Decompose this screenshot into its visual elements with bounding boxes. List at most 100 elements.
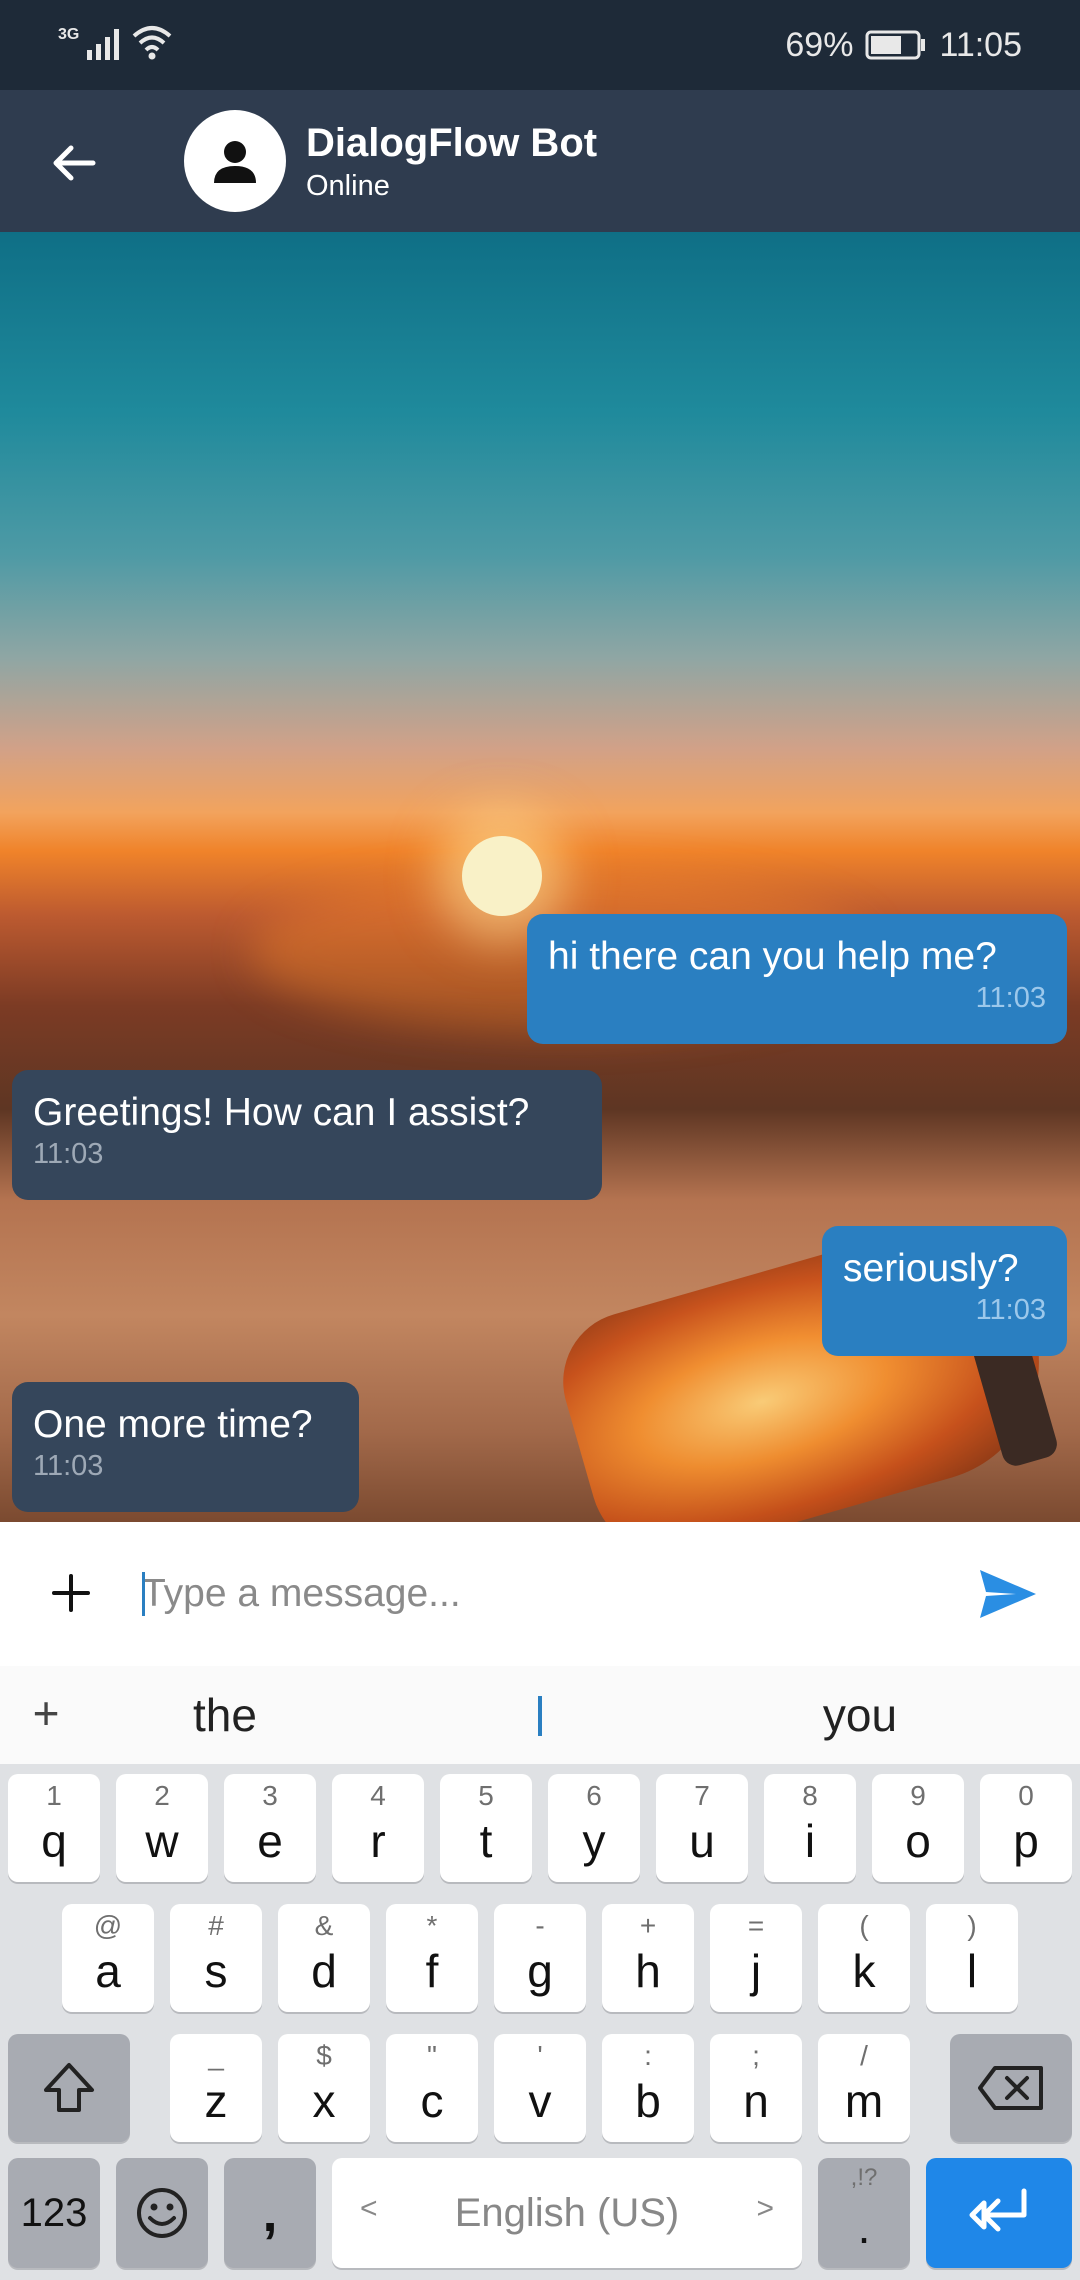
battery-icon [865,30,926,60]
key-i[interactable]: 8i [764,1774,856,1882]
backspace-icon [978,2066,1043,2110]
key-o[interactable]: 9o [872,1774,964,1882]
key-label: l [966,1945,978,1997]
space-right-arrow: > [756,2192,774,2225]
key-hint: 9 [910,1780,926,1811]
key-hint: _ [208,2040,224,2071]
key-hint: 2 [154,1780,170,1811]
key-label: w [145,1815,179,1867]
message-bubble-outgoing[interactable]: seriously? 11:03 [822,1226,1067,1356]
suggestion-right[interactable]: you [770,1688,950,1742]
key-hint: ) [967,1910,977,1941]
key-hint: 6 [586,1780,602,1811]
key-r[interactable]: 4r [332,1774,424,1882]
emoji-key[interactable] [116,2158,208,2268]
numbers-key[interactable]: 123 [8,2158,100,2268]
key-label: j [750,1945,762,1997]
comma-key[interactable]: , [224,2158,316,2268]
status-right: 69% 11:05 [785,22,1022,68]
send-button[interactable] [972,1558,1044,1630]
key-hint: " [427,2040,437,2071]
wifi-icon [133,26,172,60]
key-k[interactable]: (k [818,1904,910,2012]
key-j[interactable]: = j [710,1904,802,2012]
key-label: u [689,1815,715,1867]
key-z[interactable]: _ z [170,2034,262,2142]
period-key-label: . [857,2201,871,2253]
enter-key[interactable] [926,2158,1072,2268]
shift-key[interactable] [8,2034,130,2142]
period-key-hint: ,!? [850,2164,878,2191]
key-label: m [844,2075,884,2127]
key-m[interactable]: / m [818,2034,910,2142]
key-a[interactable]: @ a [62,1904,154,2012]
key-s[interactable]: # s [170,1904,262,2012]
key-hint: ( [859,1910,869,1941]
key-hint: @ [93,1910,123,1941]
plus-icon [52,1574,90,1612]
key-n[interactable]: ; n [710,2034,802,2142]
shift-icon [44,2063,94,2112]
numbers-key-label: 123 [20,2190,88,2235]
key-hint: & [314,1910,334,1941]
key-b[interactable]: :b [602,2034,694,2142]
enter-icon [969,2188,1027,2232]
key-l[interactable]: ) l [926,1904,1018,2012]
key-h[interactable]: + h [602,1904,694,2012]
text-caret [142,1572,145,1616]
back-button[interactable] [38,128,108,198]
key-hint: + [639,1910,657,1941]
key-hint: ; [752,2040,760,2071]
key-u[interactable]: 7u [656,1774,748,1882]
key-v[interactable]: ' v [494,2034,586,2142]
key-x[interactable]: $ x [278,2034,370,2142]
period-key[interactable]: ,!? . [818,2158,910,2268]
key-label: f [425,1945,439,1997]
key-hint: 7 [694,1780,710,1811]
key-label: y [582,1815,606,1867]
person-icon [214,141,256,183]
status-left: 3G [58,22,173,62]
key-label: n [743,2075,769,2127]
chat-header: DialogFlow Bot Online [0,90,1080,233]
message-time: 11:03 [33,1450,104,1482]
attach-button[interactable] [36,1558,106,1628]
contact-name: DialogFlow Bot [306,121,598,165]
key-label: c [420,2075,444,2127]
send-icon [980,1570,1036,1618]
key-label: x [312,2075,336,2127]
space-key[interactable]: < English (US) > [332,2158,802,2268]
key-y[interactable]: 6y [548,1774,640,1882]
message-input[interactable] [142,1562,942,1626]
key-q[interactable]: 1q [8,1774,100,1882]
key-f[interactable]: * f [386,1904,478,2012]
key-c[interactable]: " c [386,2034,478,2142]
key-label: b [635,2075,661,2127]
suggestion-middle[interactable] [538,1696,542,1736]
message-list[interactable]: hi there can you help me? 11:03 Greeting… [0,232,1080,1522]
clock: 11:05 [939,25,1022,64]
chat-title: DialogFlow Bot Online [306,118,597,204]
key-w[interactable]: 2w [116,1774,208,1882]
key-g[interactable]: -g [494,1904,586,2012]
key-e[interactable]: 3e [224,1774,316,1882]
key-label: g [527,1945,553,1997]
backspace-key[interactable] [950,2034,1072,2142]
message-bubble-incoming[interactable]: One more time? 11:03 [12,1382,359,1512]
avatar[interactable] [184,110,286,212]
key-hint: 0 [1018,1780,1034,1811]
key-label: a [95,1945,121,1997]
suggestion-add-icon[interactable]: + [24,1686,68,1740]
key-t[interactable]: 5t [440,1774,532,1882]
key-d[interactable]: & d [278,1904,370,2012]
suggestion-left[interactable]: the [140,1688,310,1742]
message-bubble-outgoing[interactable]: hi there can you help me? 11:03 [527,914,1067,1044]
message-text: seriously? [843,1247,1019,1290]
key-p[interactable]: 0p [980,1774,1072,1882]
key-hint: / [860,2040,868,2071]
key-label: h [635,1945,661,1997]
message-time: 11:03 [975,1294,1046,1326]
message-bubble-incoming[interactable]: Greetings! How can I assist? 11:03 [12,1070,602,1200]
key-label: e [257,1815,283,1867]
key-label: s [204,1945,228,1997]
